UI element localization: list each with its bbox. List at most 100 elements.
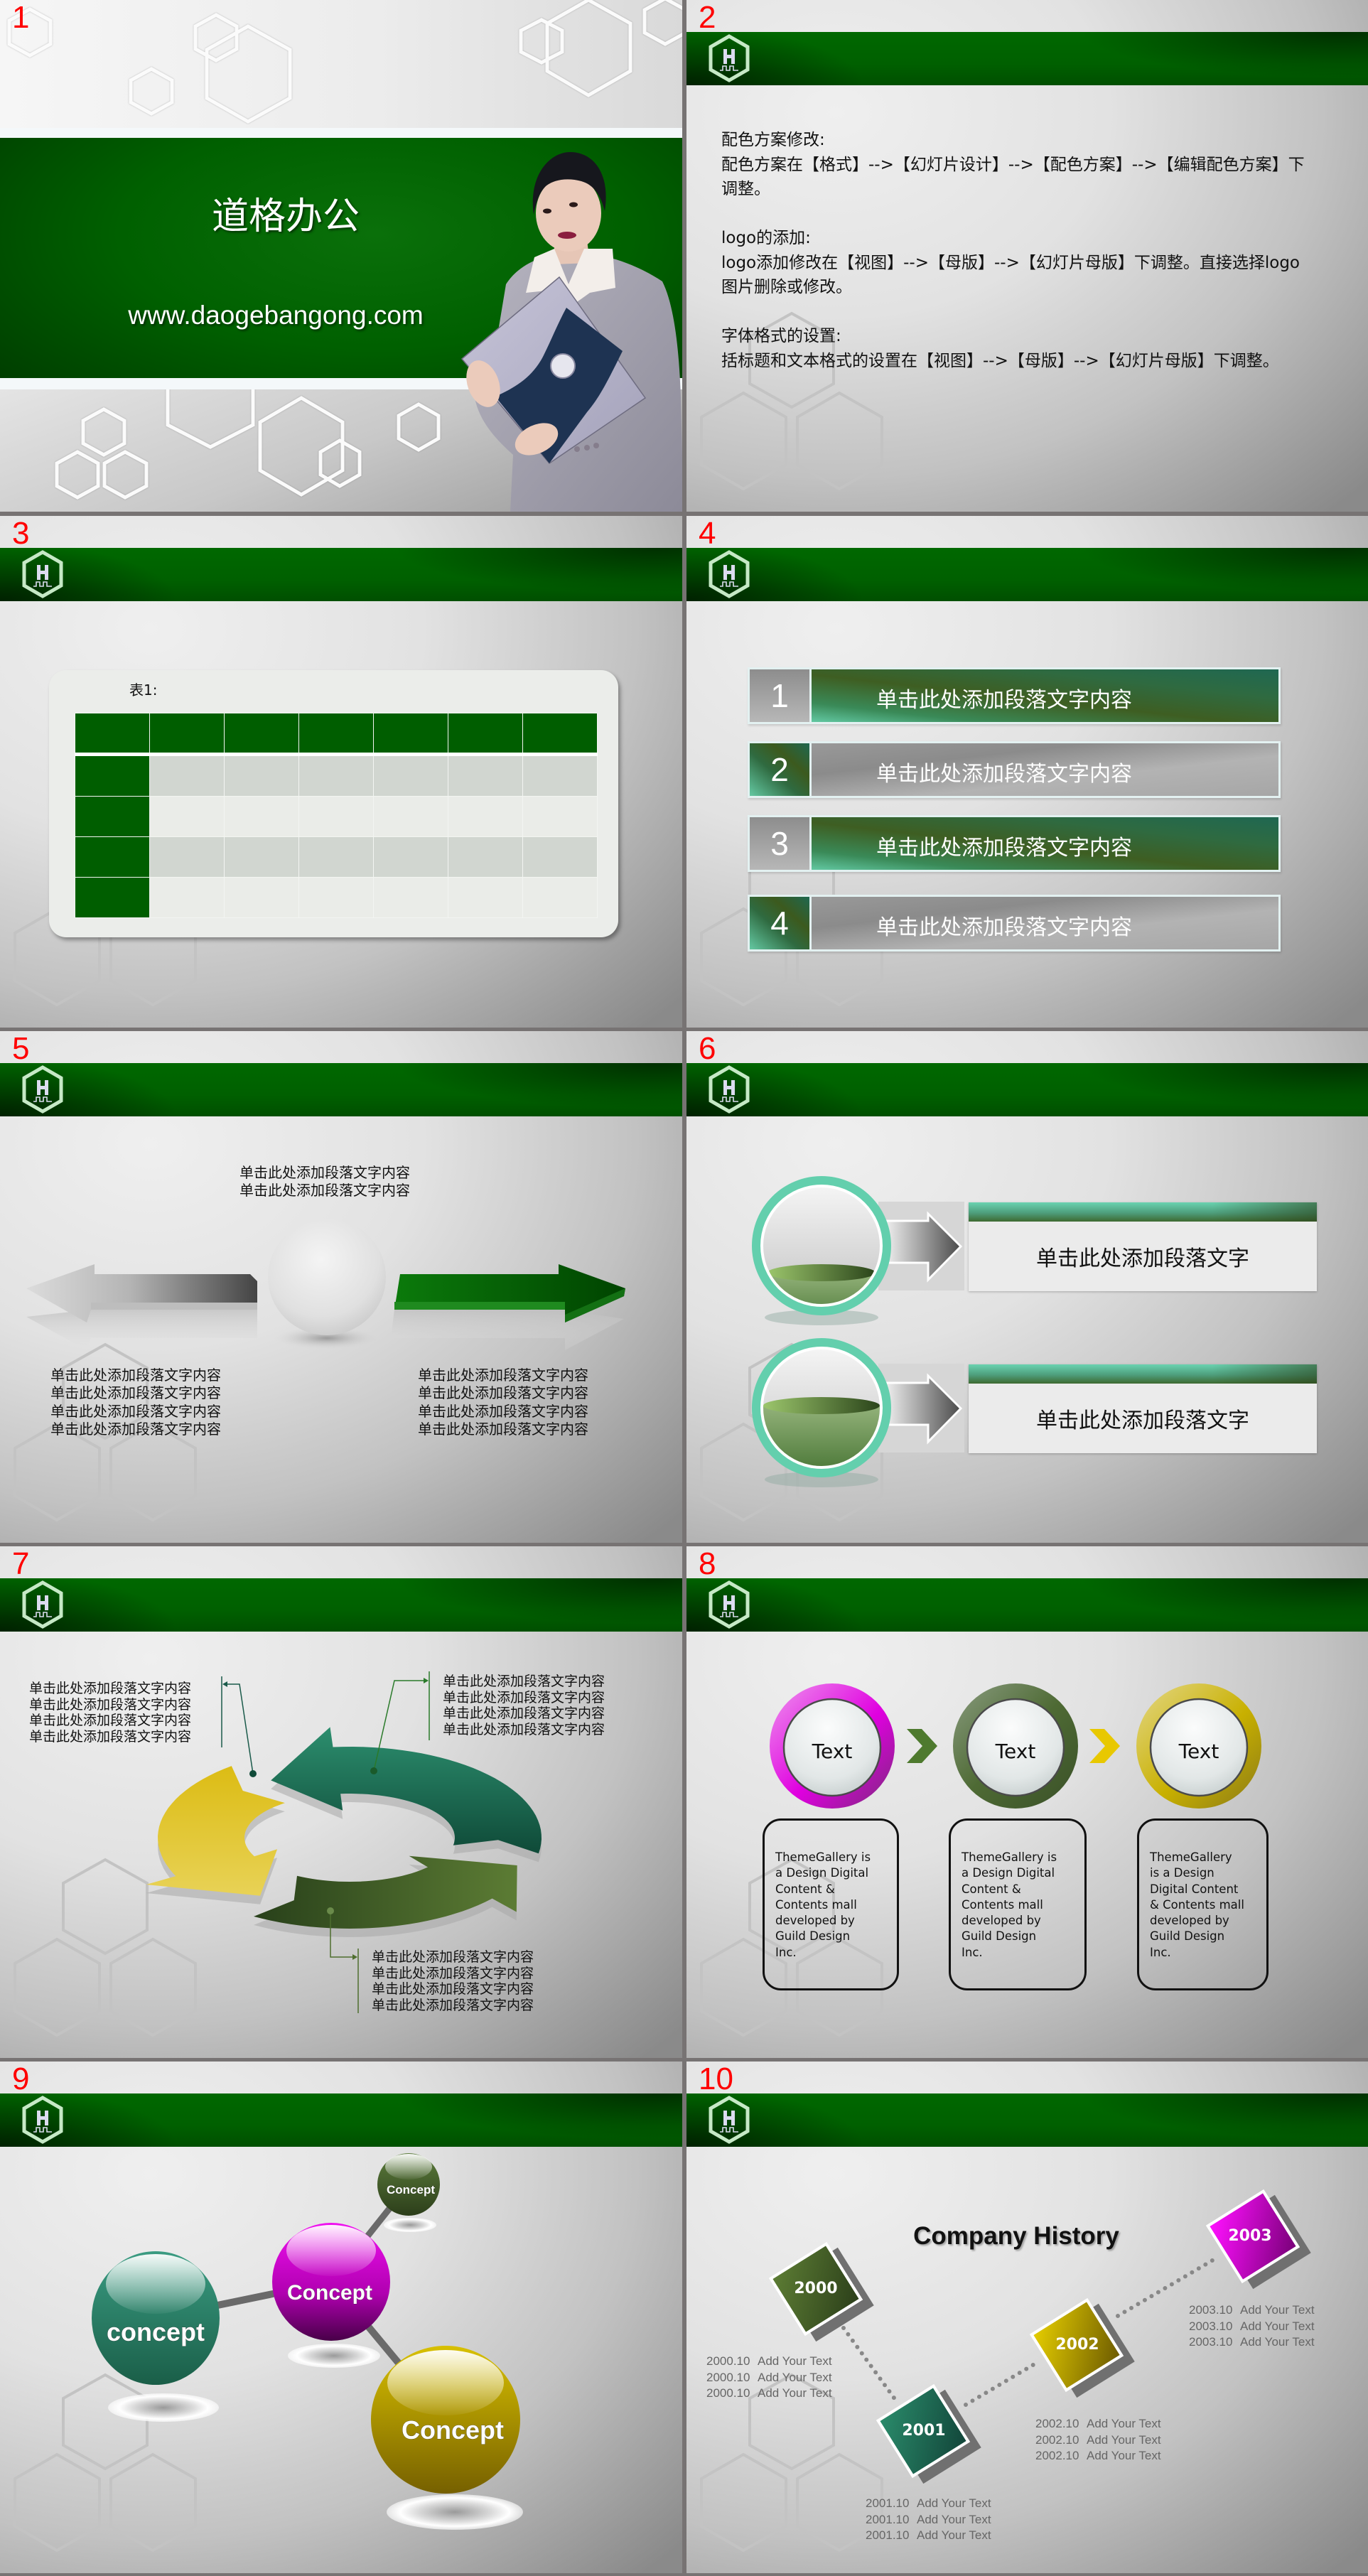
text-line: 单击此处添加段落文字内容 xyxy=(29,1696,192,1713)
list-item: 3 单击此处添加段落文字内容 xyxy=(748,815,1281,872)
text-line: developed by xyxy=(1150,1914,1229,1928)
table-cell[interactable] xyxy=(75,713,150,756)
slide-thumbnail-7[interactable]: 单击此处添加段落文字内容 单击此处添加段落文字内容 单击此处添加段落文字内容 单… xyxy=(0,1546,682,2058)
note-line: 2003.10 Add Your Text xyxy=(1189,2319,1315,2335)
note-date: 2003.10 xyxy=(1189,2303,1233,2317)
hexagon-decoration xyxy=(102,450,149,500)
cycle-arrow-teal xyxy=(271,1727,542,1854)
table-cell[interactable] xyxy=(75,836,150,878)
table-cell[interactable] xyxy=(522,877,598,918)
slide-thumbnail-5[interactable]: 单击此处添加段落文字内容 单击此处添加段落文字内容 单击此处添加段落文字内容 单… xyxy=(0,1031,682,1543)
note-text: Add Your Text xyxy=(1240,2319,1315,2333)
table-cell[interactable] xyxy=(448,713,523,756)
table-cell[interactable] xyxy=(522,754,598,797)
slide-thumbnail-10[interactable]: Company History 2000 2001 2002 2003 2000… xyxy=(686,2062,1368,2573)
table-cell[interactable] xyxy=(522,713,598,756)
table-cell[interactable] xyxy=(448,796,523,837)
text-line: 单击此处添加段落文字内容 xyxy=(443,1721,605,1737)
text-box: 单击此处添加段落文字 xyxy=(969,1202,1317,1291)
text-line: 单击此处添加段落文字内容 xyxy=(29,1713,192,1728)
arrow-left-front-face xyxy=(91,1303,257,1310)
table-cell[interactable] xyxy=(522,796,598,837)
eye xyxy=(543,208,551,214)
table-cell[interactable] xyxy=(373,796,448,837)
text-line: 单击此处添加段落文字内容 xyxy=(239,1182,410,1200)
note-text: Add Your Text xyxy=(1240,2303,1315,2317)
table-cell[interactable] xyxy=(224,713,299,756)
table-row xyxy=(75,836,598,878)
table-cell[interactable] xyxy=(149,836,225,878)
table-cell[interactable] xyxy=(224,836,299,878)
text-line: Contents mall xyxy=(775,1897,857,1912)
note-date: 2000.10 xyxy=(706,2386,750,2400)
slide-thumbnail-4[interactable]: 1 单击此处添加段落文字内容 2 单击此处添加段落文字内容 3 单击此处添加段落… xyxy=(686,516,1368,1028)
step-label: Text xyxy=(995,1740,1036,1763)
text-line: 单击此处添加段落文字内容 xyxy=(372,1997,534,2013)
slide-thumbnail-3[interactable]: 表1: 3 xyxy=(0,516,682,1028)
table-cell[interactable] xyxy=(224,877,299,918)
slide-thumbnail-1[interactable]: 道格办公 www.daogebangong.com 1 xyxy=(0,0,682,512)
table-cell[interactable] xyxy=(75,796,150,837)
callout-dot xyxy=(327,1907,334,1914)
callout-arrowhead xyxy=(424,1678,429,1683)
diverging-arrows-diagram xyxy=(26,1219,625,1350)
table-cell[interactable] xyxy=(522,836,598,878)
text-line: Contents mall xyxy=(962,1897,1043,1912)
table-cell[interactable] xyxy=(373,877,448,918)
table-cell[interactable] xyxy=(373,713,448,756)
table-cell[interactable] xyxy=(298,836,374,878)
table-cell[interactable] xyxy=(224,754,299,797)
table-cell[interactable] xyxy=(448,754,523,797)
table-cell[interactable] xyxy=(298,877,374,918)
slide-number: 3 xyxy=(12,516,30,551)
table-cell[interactable] xyxy=(298,796,374,837)
center-sphere xyxy=(268,1219,386,1335)
text-line: 单击此处添加段落文字内容 xyxy=(29,1681,192,1696)
slide-thumbnail-9[interactable]: concept Concept Concept Concept 9 xyxy=(0,2062,682,2573)
table-cell[interactable] xyxy=(373,754,448,797)
table-cell[interactable] xyxy=(149,754,225,797)
callout-text-olive: 单击此处添加段落文字内容 单击此处添加段落文字内容 单击此处添加段落文字内容 单… xyxy=(372,1949,534,2013)
slide-thumbnail-8[interactable]: Text Text Text ThemeGallery is a Design … xyxy=(686,1546,1368,2058)
table-cell[interactable] xyxy=(75,877,150,918)
table-cell[interactable] xyxy=(448,877,523,918)
slide-number: 8 xyxy=(699,1546,716,1581)
slide-thumbnail-6[interactable]: 单击此处添加段落文字 单击此处添加段落文字 6 xyxy=(686,1031,1368,1543)
slide-number: 2 xyxy=(699,0,716,35)
text-line: 单击此处添加段落文字内容 xyxy=(443,1689,605,1705)
table-cell[interactable] xyxy=(298,754,374,797)
note-text: Add Your Text xyxy=(917,2512,991,2526)
logo-wave xyxy=(720,65,738,71)
table-cell[interactable] xyxy=(448,836,523,878)
table-cell[interactable] xyxy=(224,796,299,837)
table-cell[interactable] xyxy=(149,713,225,756)
slide-thumbnail-2[interactable]: 配色方案修改: 配色方案在【格式】-->【幻灯片设计】-->【配色方案】-->【… xyxy=(686,0,1368,512)
presentation-title: 道格办公 xyxy=(211,195,360,238)
table-cell[interactable] xyxy=(298,713,374,756)
header-band xyxy=(686,32,1368,85)
text-line: is a Design xyxy=(1150,1866,1214,1880)
cycle-arrow-olive xyxy=(254,1855,517,1929)
text-box-header xyxy=(969,1364,1317,1384)
milestone-year: 2003 xyxy=(1228,2227,1272,2245)
text-line: & Contents mall xyxy=(1150,1897,1244,1912)
list-item: 1 单击此处添加段落文字内容 xyxy=(748,667,1281,724)
text-line: a Design Digital xyxy=(962,1866,1055,1880)
text-line: 单击此处添加段落文字内容 xyxy=(372,1981,534,1997)
data-table xyxy=(75,713,598,918)
callout-leader-line xyxy=(226,1683,254,1774)
text-line: ThemeGallery is xyxy=(775,1850,871,1864)
dotted-connector xyxy=(964,2361,1038,2407)
text-line: Guild Design xyxy=(1150,1929,1225,1944)
table-cell[interactable] xyxy=(75,754,150,797)
timeline-title: Company History xyxy=(913,2222,1119,2250)
table-cell[interactable] xyxy=(149,877,225,918)
step-description: ThemeGallery is a Design Digital Content… xyxy=(1150,1850,1244,1961)
item-number: 2 xyxy=(750,743,812,796)
lips xyxy=(558,232,576,239)
logo-wave xyxy=(33,581,52,587)
table-cell[interactable] xyxy=(373,836,448,878)
hexagon-decoration xyxy=(700,391,787,491)
note-date: 2000.10 xyxy=(706,2370,750,2384)
table-cell[interactable] xyxy=(149,796,225,837)
